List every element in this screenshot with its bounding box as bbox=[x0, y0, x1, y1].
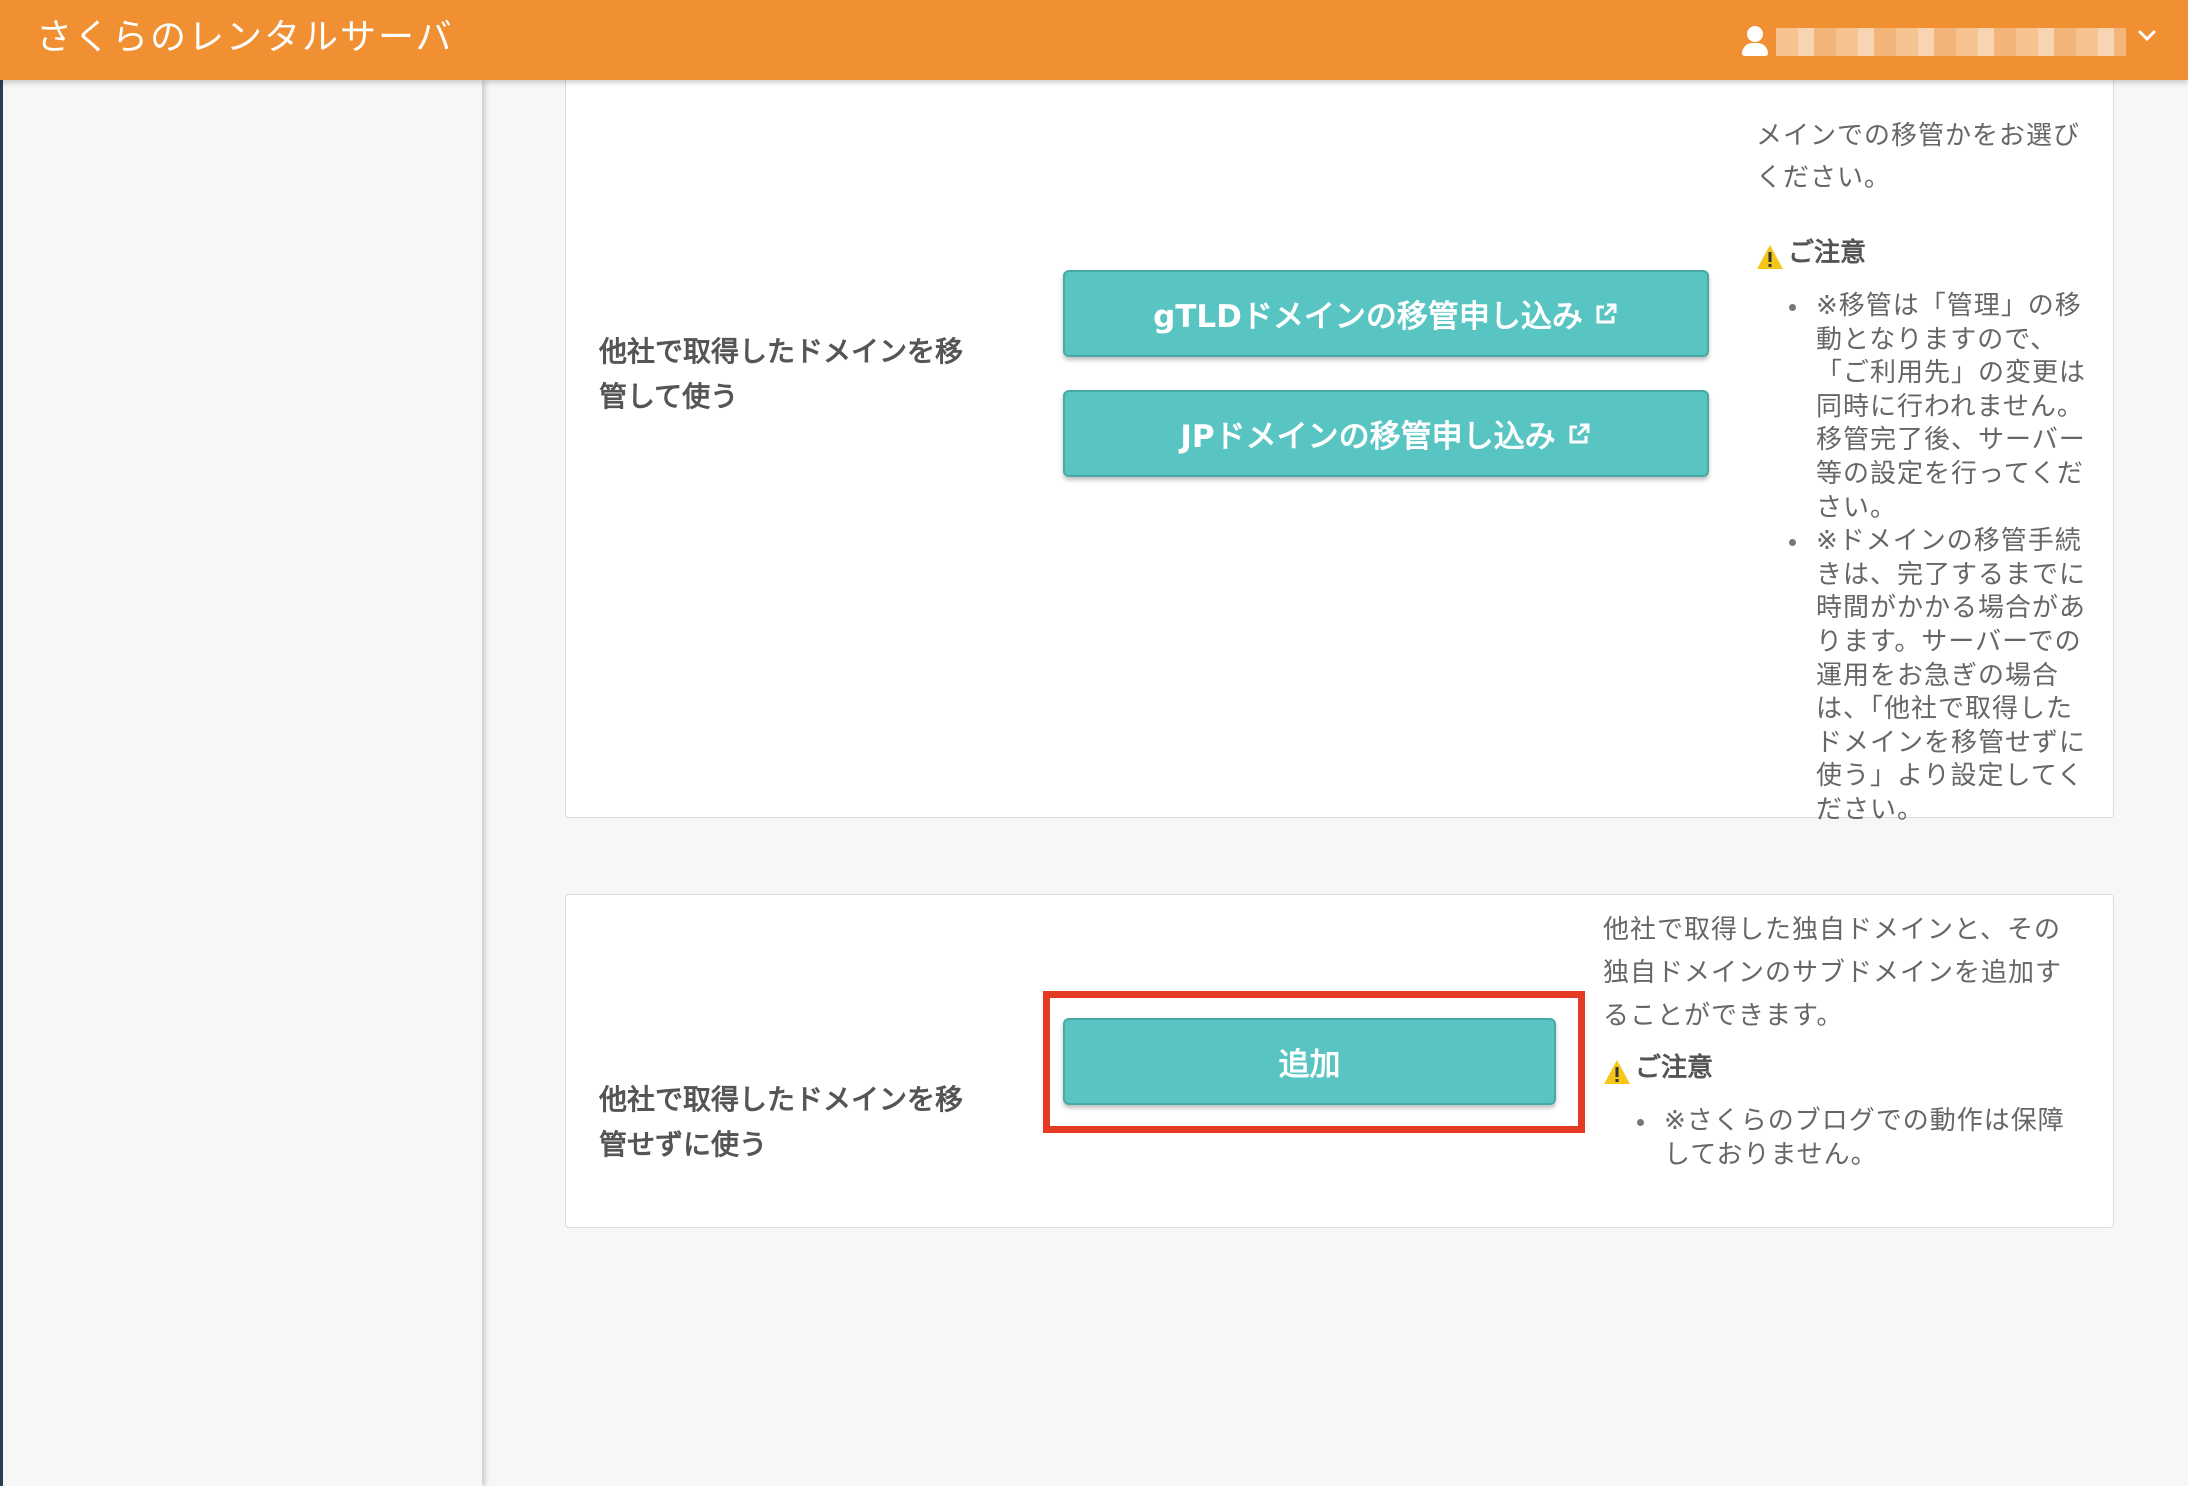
transfer-description: メインでの移管かをお選び ください。 bbox=[1756, 121, 2081, 193]
warning-icon bbox=[1604, 1060, 1630, 1084]
highlight-annotation bbox=[1043, 991, 1585, 1133]
list-item: ※移管は「管理」の移 動となりますので、 「ご利用先」の変更は 同時に行われませ… bbox=[1786, 290, 2106, 525]
external-link-icon bbox=[1569, 423, 1590, 443]
main-content: 他社で取得したドメインを移 管して使う gTLDドメインの移管申し込み JPドメ… bbox=[482, 60, 2188, 1486]
notice-title: ご注意 bbox=[1788, 238, 1867, 268]
left-sidebar bbox=[0, 80, 482, 1486]
user-icon bbox=[1740, 26, 1770, 56]
external-link-icon bbox=[1596, 303, 1617, 323]
transfer-row-label: 他社で取得したドメインを移 管して使う bbox=[599, 335, 964, 413]
list-item: ※ドメインの移管手続 きは、完了するまでに 時間がかかる場合があ ります。サーバ… bbox=[1786, 525, 2106, 827]
notice-title: ご注意 bbox=[1635, 1053, 1714, 1083]
user-name-redacted bbox=[1776, 28, 2126, 56]
list-item: ※さくらのブログでの動作は保障 しておりません。 bbox=[1634, 1105, 2094, 1172]
brand-title[interactable]: さくらのレンタルサーバ bbox=[36, 16, 454, 60]
gtld-transfer-button[interactable]: gTLDドメインの移管申し込み bbox=[1063, 270, 1709, 357]
transfer-notes-list: ※移管は「管理」の移 動となりますので、 「ご利用先」の変更は 同時に行われませ… bbox=[1786, 290, 2106, 828]
add-description: 他社で取得した独自ドメインと、その 独自ドメインのサブドメインを追加す ることが… bbox=[1603, 915, 2063, 1031]
warning-icon bbox=[1757, 245, 1783, 269]
jp-transfer-button[interactable]: JPドメインの移管申し込み bbox=[1063, 390, 1709, 477]
top-header-bar: さくらのレンタルサーバ bbox=[0, 0, 2188, 80]
add-notes-list: ※さくらのブログでの動作は保障 しておりません。 bbox=[1634, 1105, 2094, 1172]
chevron-down-icon[interactable] bbox=[2132, 24, 2162, 54]
transfer-domain-card: 他社で取得したドメインを移 管して使う gTLDドメインの移管申し込み JPドメ… bbox=[565, 60, 2114, 825]
user-menu[interactable] bbox=[1740, 22, 2164, 62]
add-row-label: 他社で取得したドメインを移 管せずに使う bbox=[599, 1083, 964, 1161]
